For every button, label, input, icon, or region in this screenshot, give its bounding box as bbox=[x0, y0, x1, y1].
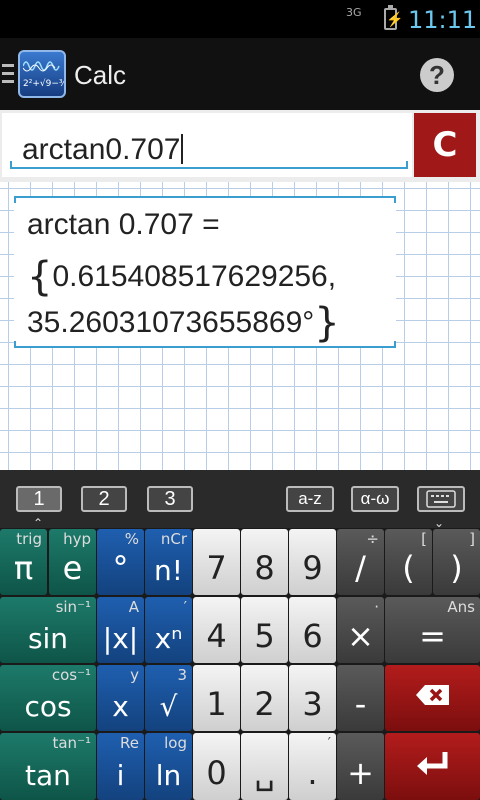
key-sqrt[interactable]: 3 √ bbox=[145, 665, 192, 731]
key-e[interactable]: hyp e bbox=[49, 529, 96, 595]
key-enter[interactable] bbox=[385, 733, 480, 800]
key-tan[interactable]: tan⁻¹ tan bbox=[0, 733, 96, 800]
signal-icon: 3G bbox=[346, 6, 362, 19]
key-2[interactable]: 2 bbox=[241, 665, 288, 731]
input-area: arctan0.707 C bbox=[0, 110, 480, 182]
tab-keypad-3[interactable]: 3 bbox=[147, 486, 193, 512]
key-equals[interactable]: Ans = bbox=[385, 597, 480, 663]
key-0[interactable]: 0 bbox=[193, 733, 240, 800]
key-plus[interactable]: + bbox=[337, 733, 384, 800]
key-9[interactable]: 9 bbox=[289, 529, 336, 595]
key-6[interactable]: 6 bbox=[289, 597, 336, 663]
key-close-paren[interactable]: ]) bbox=[433, 529, 480, 595]
result-expression: arctan 0.707 = bbox=[27, 208, 220, 241]
battery-charging-icon: ⚡ bbox=[384, 5, 403, 30]
key-8[interactable]: 8 bbox=[241, 529, 288, 595]
result-area: arctan 0.707 = {0.615408517629256, 35.26… bbox=[0, 182, 480, 470]
key-multiply[interactable]: · × bbox=[337, 597, 384, 663]
input-underline bbox=[10, 161, 408, 169]
key-pi[interactable]: trig π bbox=[0, 529, 47, 595]
keyboard-icon[interactable] bbox=[417, 486, 465, 512]
keyboard-tabs: 1 ⌃ 2 3 a-z α-ω ⌄ bbox=[0, 470, 480, 530]
key-cos[interactable]: cos⁻¹ cos bbox=[0, 665, 96, 731]
wave-graphic bbox=[23, 61, 60, 72]
key-power[interactable]: ′ xⁿ bbox=[145, 597, 192, 663]
enter-icon bbox=[385, 748, 480, 786]
key-7[interactable]: 7 bbox=[193, 529, 240, 595]
result-card[interactable]: arctan 0.707 = {0.615408517629256, 35.26… bbox=[14, 196, 396, 348]
tab-greek[interactable]: α-ω bbox=[351, 486, 399, 512]
app-title: Calc bbox=[74, 60, 127, 90]
network-type: 3G bbox=[346, 6, 362, 19]
key-open-paren[interactable]: [( bbox=[385, 529, 432, 595]
result-bottom-border bbox=[14, 341, 396, 348]
drawer-menu-icon[interactable] bbox=[2, 64, 14, 84]
key-abs[interactable]: A |x| bbox=[97, 597, 144, 663]
expression-text: arctan0.707 bbox=[22, 133, 184, 167]
app-logo-formula: 2²+√9−¾ bbox=[23, 79, 66, 89]
tab-letters[interactable]: a-z bbox=[286, 486, 334, 512]
clear-button[interactable]: C bbox=[414, 113, 476, 177]
expression-input[interactable]: arctan0.707 bbox=[2, 113, 412, 177]
calculator-keypad: trig π hyp e % ° nCr n! 7 8 9 ÷ / [( ]) sin⁻¹… bbox=[0, 528, 480, 800]
key-4[interactable]: 4 bbox=[193, 597, 240, 663]
key-sin[interactable]: sin⁻¹ sin bbox=[0, 597, 96, 663]
key-x[interactable]: yx bbox=[97, 665, 144, 731]
status-bar: 3G ⚡ 11:11 bbox=[0, 0, 480, 38]
key-decimal[interactable]: ′. bbox=[289, 733, 336, 800]
key-factorial[interactable]: nCr n! bbox=[145, 529, 192, 595]
key-ln[interactable]: log ln bbox=[145, 733, 192, 800]
help-button[interactable]: ? bbox=[420, 58, 454, 92]
key-space[interactable]: ␣ bbox=[241, 733, 288, 800]
key-divide[interactable]: ÷ / bbox=[337, 529, 384, 595]
key-minus[interactable]: - bbox=[337, 665, 384, 731]
tab-keypad-2[interactable]: 2 bbox=[81, 486, 127, 512]
key-backspace[interactable] bbox=[385, 665, 480, 731]
backspace-icon bbox=[385, 677, 480, 715]
result-top-border bbox=[14, 196, 396, 203]
result-degrees: 35.26031073655869°} bbox=[27, 300, 340, 346]
key-3[interactable]: 3 bbox=[289, 665, 336, 731]
key-1[interactable]: 1 bbox=[193, 665, 240, 731]
text-cursor bbox=[181, 134, 184, 164]
key-i[interactable]: Re i bbox=[97, 733, 144, 800]
key-5[interactable]: 5 bbox=[241, 597, 288, 663]
tab-keypad-1[interactable]: 1 bbox=[16, 486, 62, 512]
action-bar: 2²+√9−¾ Calc ? bbox=[0, 38, 480, 110]
key-degree[interactable]: % ° bbox=[97, 529, 144, 595]
app-logo-icon[interactable]: 2²+√9−¾ bbox=[18, 50, 66, 98]
clock: 11:11 bbox=[408, 6, 478, 34]
result-radians: {0.615408517629256, bbox=[27, 254, 337, 300]
